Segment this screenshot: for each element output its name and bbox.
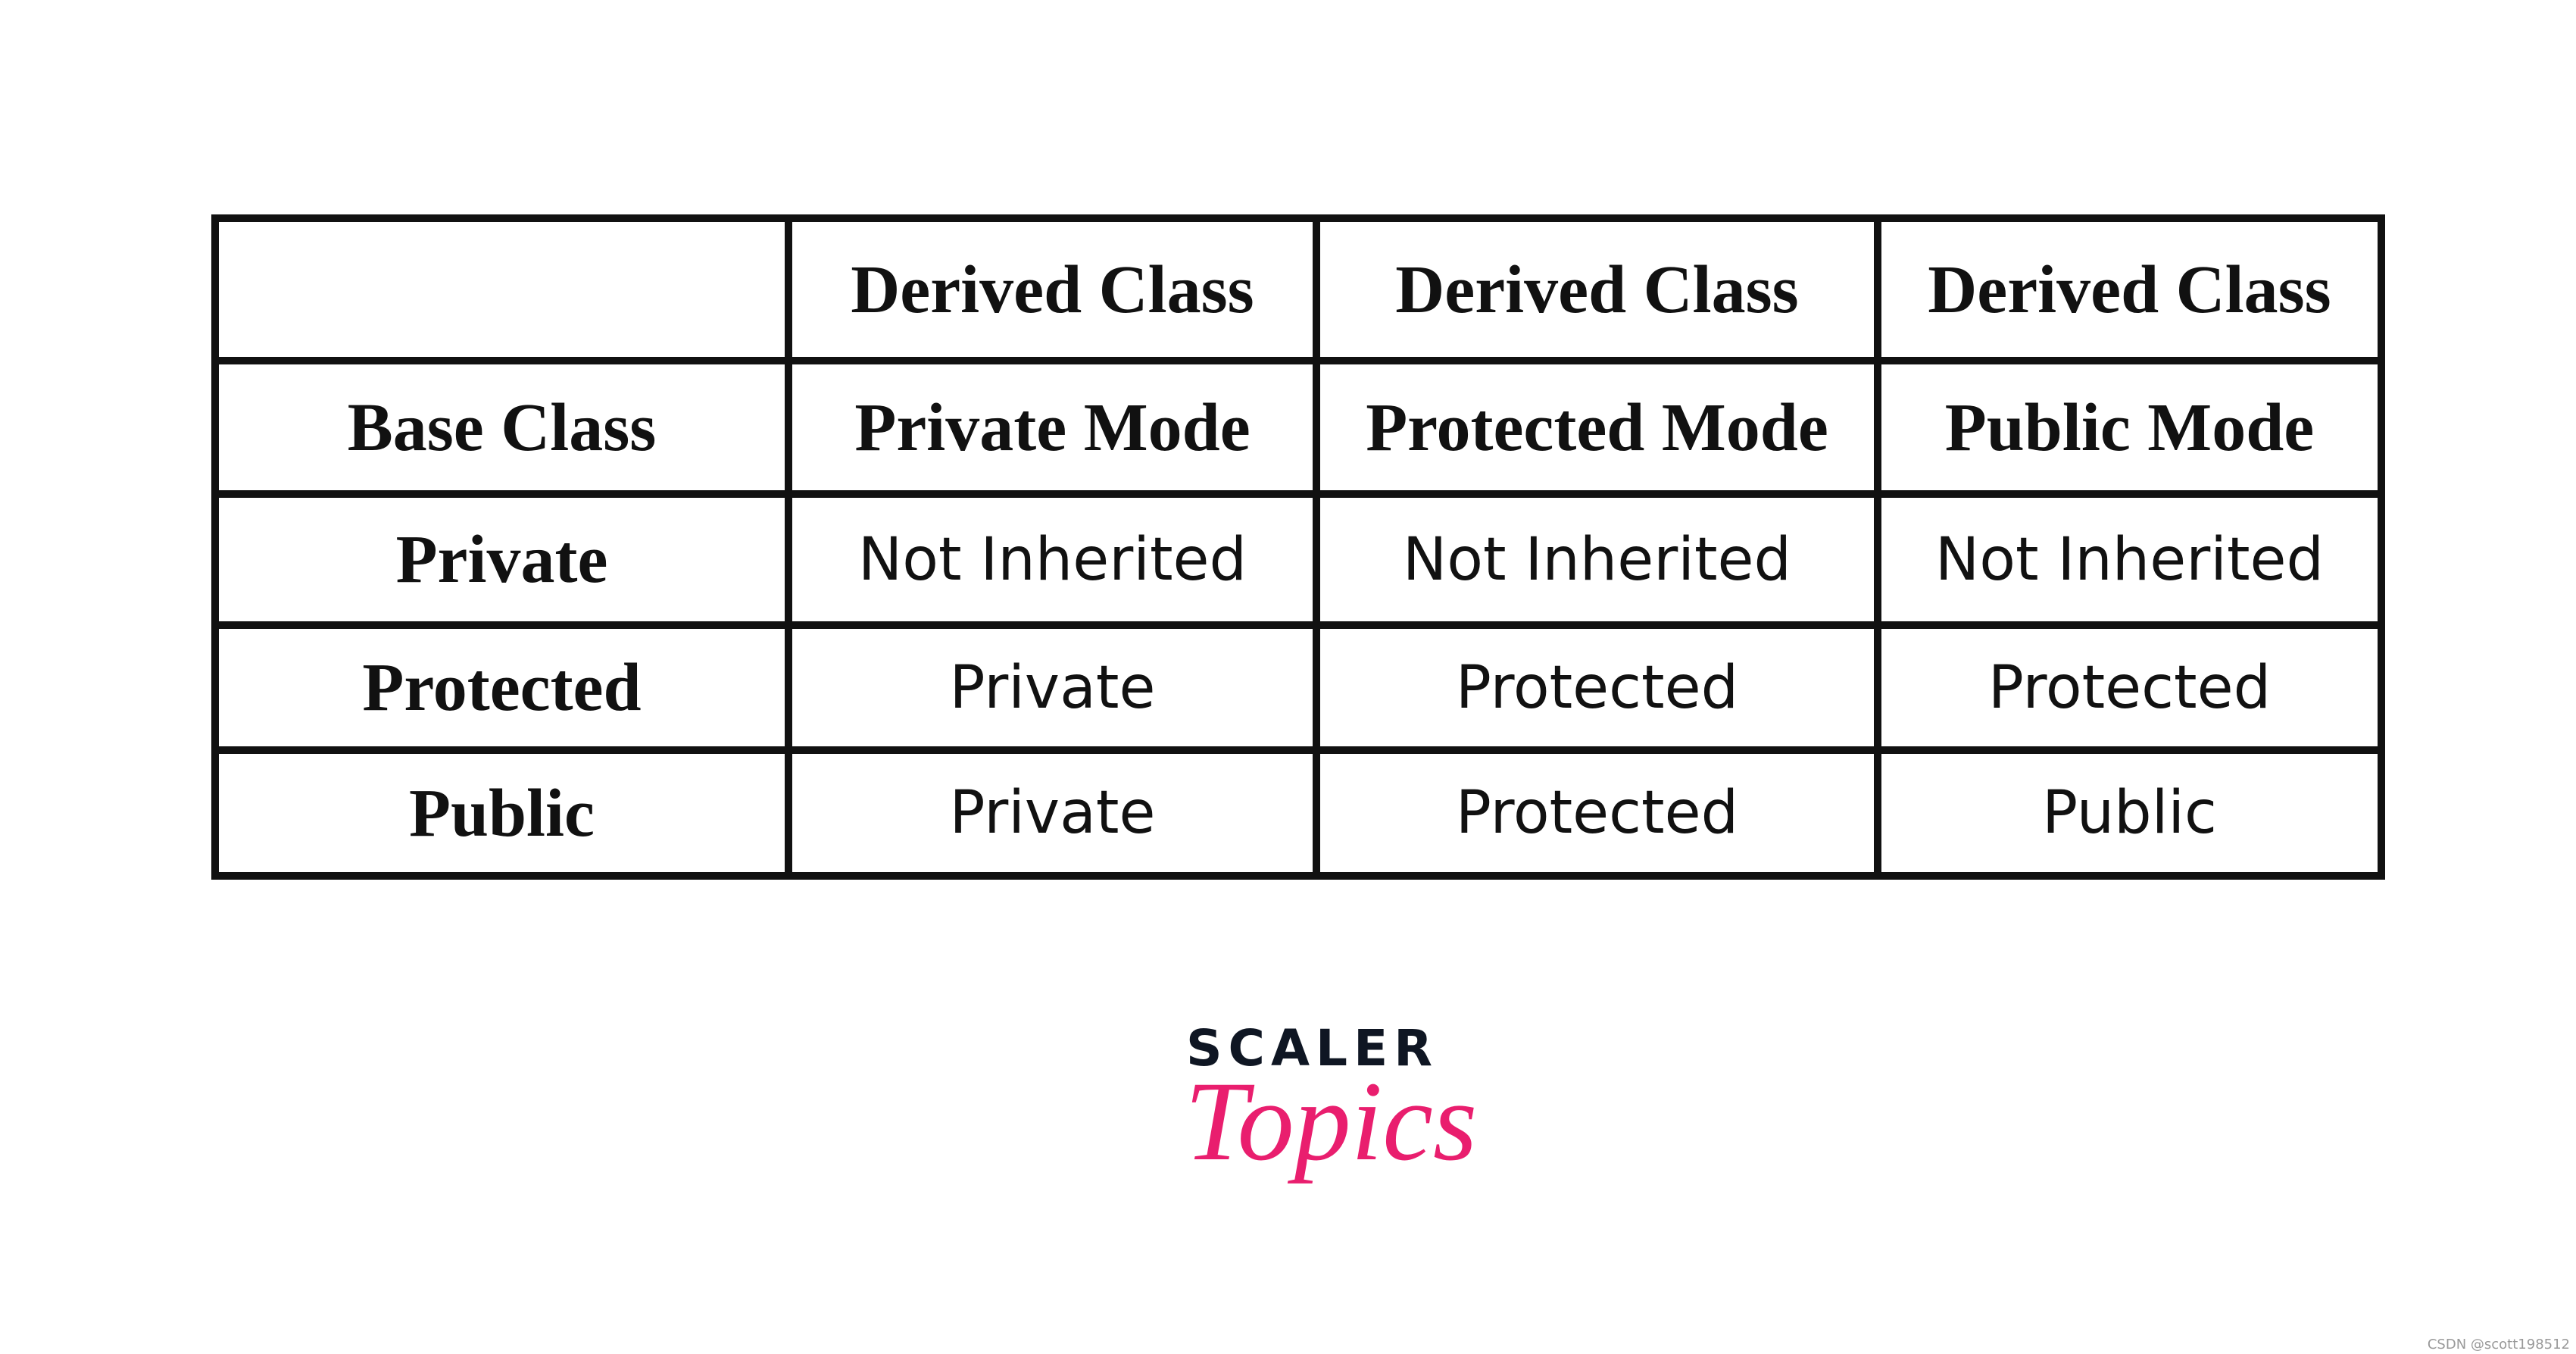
table-cell: Not Inherited — [1874, 490, 2385, 629]
header-row-1: Derived Class Derived Class Derived Clas… — [211, 214, 2385, 364]
row-label: Public — [211, 746, 792, 880]
header-cell-empty — [211, 214, 792, 364]
table-cell: Protected — [1313, 746, 1881, 880]
row-label: Protected — [211, 621, 792, 754]
table-row: Private Not Inherited Not Inherited Not … — [211, 490, 2385, 629]
table-cell: Private — [785, 621, 1320, 754]
header-cell: Derived Class — [1874, 214, 2385, 364]
row-label: Private — [211, 490, 792, 629]
header-cell: Derived Class — [785, 214, 1320, 364]
scaler-topics-logo: SCALER Topics — [1166, 1019, 1477, 1224]
header-cell: Derived Class — [1313, 214, 1881, 364]
watermark: CSDN @scott198512 — [2427, 1337, 2570, 1352]
table-cell: Protected — [1313, 621, 1881, 754]
header-row-2: Base Class Private Mode Protected Mode P… — [211, 357, 2385, 498]
table-cell: Private — [785, 746, 1320, 880]
table-row: Public Private Protected Public — [211, 746, 2385, 880]
header-cell: Public Mode — [1874, 357, 2385, 498]
table-cell: Not Inherited — [785, 490, 1320, 629]
table-cell: Protected — [1874, 621, 2385, 754]
header-cell: Base Class — [211, 357, 792, 498]
header-cell: Protected Mode — [1313, 357, 1881, 498]
header-cell: Private Mode — [785, 357, 1320, 498]
table-cell: Public — [1874, 746, 2385, 880]
inheritance-access-table: Derived Class Derived Class Derived Clas… — [211, 214, 2385, 880]
logo-topics-text: Topics — [1185, 1058, 1478, 1184]
table-cell: Not Inherited — [1313, 490, 1881, 629]
table-row: Protected Private Protected Protected — [211, 621, 2385, 754]
